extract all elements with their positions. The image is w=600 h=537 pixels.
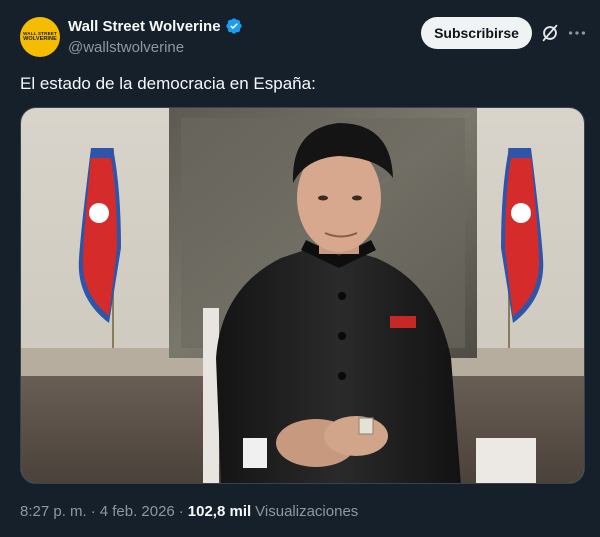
- views-label: Visualizaciones: [255, 503, 359, 520]
- meta-separator: ·: [90, 503, 96, 520]
- tweet-meta: 8:27 p. m. · 4 feb. 2026 · 102,8 mil Vis…: [20, 503, 358, 520]
- meta-separator: ·: [178, 503, 184, 520]
- author-handle[interactable]: @wallstwolverine: [68, 39, 184, 56]
- more-icon[interactable]: [566, 22, 588, 44]
- tweet-text: El estado de la democracia en España:: [20, 74, 316, 93]
- photo-illustration: [21, 108, 584, 483]
- tweet-date[interactable]: 4 feb. 2026: [100, 503, 175, 520]
- author-name-row: Wall Street Wolverine: [68, 17, 243, 35]
- avatar-text-line2: WOLVERINE: [23, 36, 57, 42]
- grok-icon[interactable]: [539, 22, 561, 44]
- author-display-name[interactable]: Wall Street Wolverine: [68, 18, 221, 35]
- views-count: 102,8 mil: [187, 503, 252, 520]
- subscribe-button[interactable]: Subscribirse: [421, 17, 532, 49]
- verified-badge-icon[interactable]: [225, 17, 243, 35]
- avatar[interactable]: WALL STREET WOLVERINE: [20, 17, 60, 57]
- tweet-time[interactable]: 8:27 p. m.: [20, 503, 87, 520]
- tweet-card: WALL STREET WOLVERINE Wall Street Wolver…: [0, 0, 600, 537]
- tweet-media-image[interactable]: [20, 107, 585, 484]
